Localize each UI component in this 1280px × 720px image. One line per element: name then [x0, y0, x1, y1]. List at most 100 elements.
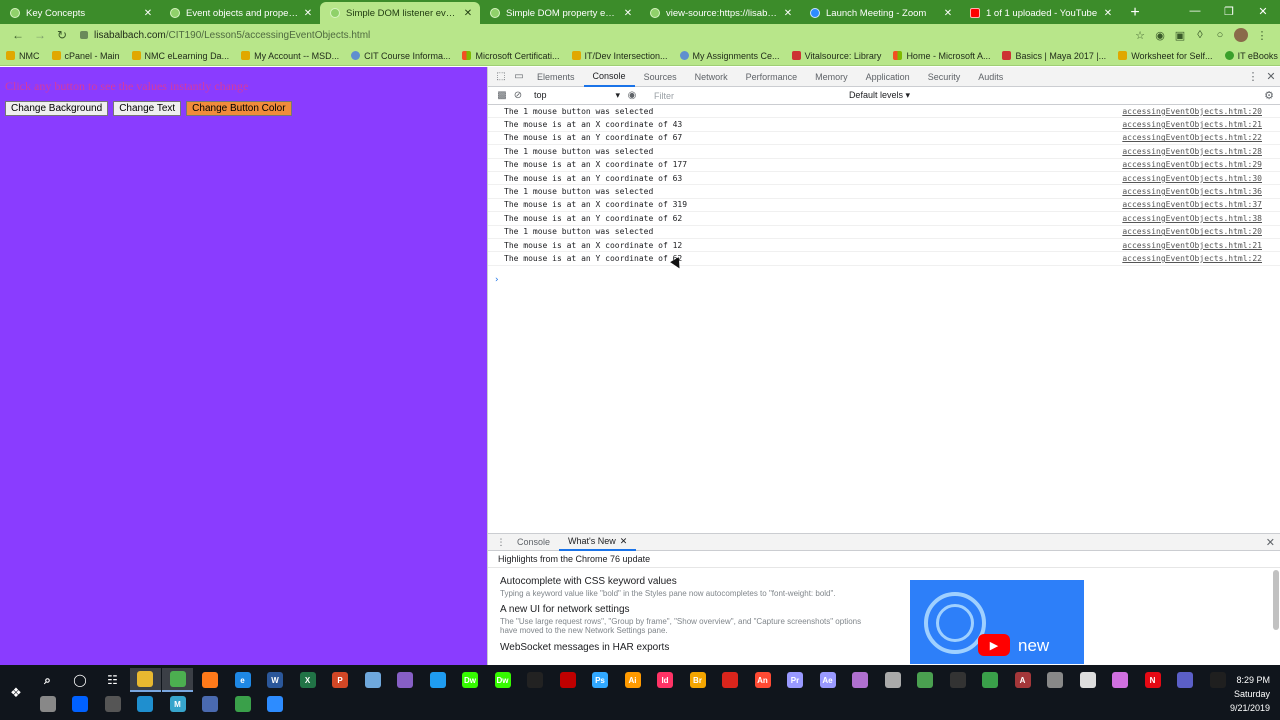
extension-icon[interactable]: ◉	[1150, 26, 1170, 44]
taskbar-app-word[interactable]: W	[260, 668, 291, 692]
search-icon[interactable]: ⌕	[32, 668, 63, 692]
taskbar-app-zoom[interactable]	[260, 692, 291, 716]
console-source-link[interactable]: accessingEventObjects.html:22	[1122, 254, 1262, 263]
tab-close-icon[interactable]: ✕	[622, 8, 634, 19]
devtools-tab[interactable]: Security	[919, 67, 970, 87]
taskbar-app-illustrator[interactable]: Ai	[617, 668, 648, 692]
taskbar-app-bridge[interactable]: Br	[682, 668, 713, 692]
drawer-tab[interactable]: What's New ✕	[559, 534, 637, 551]
taskbar-clock[interactable]: 8:29 PM Saturday 9/21/2019	[1230, 673, 1270, 715]
taskbar-app-animate[interactable]: An	[747, 668, 778, 692]
inspect-element-icon[interactable]: ⬚	[492, 67, 510, 87]
bookmark-item[interactable]: My Assignments Ce...	[679, 51, 780, 61]
taskbar-app-firefox[interactable]	[195, 668, 226, 692]
drawer-tab[interactable]: Console	[508, 534, 559, 551]
devtools-tab[interactable]: Console	[583, 67, 635, 87]
taskbar-app-file-explorer[interactable]	[129, 668, 161, 692]
minimize-icon[interactable]: —	[1178, 0, 1212, 22]
whats-new-item-title[interactable]: WebSocket messages in HAR exports	[500, 642, 1280, 653]
console-settings-gear-icon[interactable]: ⚙	[1264, 89, 1274, 102]
taskbar-app-netflix[interactable]: N	[1137, 668, 1168, 692]
tab-close-icon[interactable]: ✕	[462, 8, 474, 19]
taskbar-app-photoshop[interactable]: Ps	[585, 668, 616, 692]
browser-tab[interactable]: Simple DOM property event han ✕	[480, 2, 640, 24]
taskbar-app-access[interactable]: A	[1007, 668, 1038, 692]
taskbar-app-app-round[interactable]	[32, 692, 63, 716]
bookmark-item[interactable]: Vitalsource: Library	[791, 51, 881, 61]
taskbar-app-app-arrow[interactable]	[227, 692, 258, 716]
taskbar-app-itunes[interactable]	[1105, 668, 1136, 692]
console-prompt[interactable]: ›	[488, 275, 1280, 287]
taskbar-app-acrobat[interactable]	[715, 668, 746, 692]
browser-tab[interactable]: 1 of 1 uploaded - YouTube ✕	[960, 2, 1120, 24]
drawer-menu-icon[interactable]: ⋮	[494, 537, 508, 548]
filter-input[interactable]: Filter	[654, 91, 824, 101]
close-window-icon[interactable]: ✕	[1246, 0, 1280, 22]
browser-tab[interactable]: Key Concepts ✕	[0, 2, 160, 24]
taskbar-app-media[interactable]	[97, 692, 128, 716]
console-source-link[interactable]: accessingEventObjects.html:22	[1122, 133, 1262, 142]
extension-3-icon[interactable]: ◊	[1190, 26, 1210, 44]
taskbar-app-app-globe[interactable]	[130, 692, 161, 716]
taskbar-app-app-circle[interactable]	[845, 668, 876, 692]
console-source-link[interactable]: accessingEventObjects.html:36	[1122, 187, 1262, 196]
forward-icon[interactable]: →	[30, 26, 50, 44]
taskbar-app-dreamweaver[interactable]: Dw	[455, 668, 486, 692]
devtools-tab[interactable]: Sources	[635, 67, 686, 87]
taskbar-app-filezilla[interactable]	[552, 668, 583, 692]
taskbar-app-app-bar[interactable]	[877, 668, 908, 692]
lock-icon[interactable]	[80, 31, 88, 39]
console-source-link[interactable]: accessingEventObjects.html:21	[1122, 241, 1262, 250]
drawer-close-icon[interactable]: ✕	[1266, 536, 1275, 549]
task-view-icon[interactable]: ☷	[97, 668, 128, 692]
star-icon[interactable]: ☆	[1130, 26, 1150, 44]
sidebar-toggle-icon[interactable]: ▩	[494, 90, 510, 101]
extension-2-icon[interactable]: ▣	[1170, 26, 1190, 44]
taskbar-app-powerpoint[interactable]: P	[325, 668, 356, 692]
drawer-tab-close-icon[interactable]: ✕	[620, 536, 628, 547]
taskbar-app-indesign[interactable]: Id	[650, 668, 681, 692]
taskbar-app-notepad[interactable]	[357, 668, 388, 692]
tab-close-icon[interactable]: ✕	[302, 8, 314, 19]
eye-icon[interactable]: ◉	[624, 90, 640, 101]
taskbar-app-edge[interactable]: e	[227, 668, 258, 692]
taskbar-app-premiere[interactable]: Pr	[780, 668, 811, 692]
bookmark-item[interactable]: cPanel - Main	[51, 51, 120, 61]
console-source-link[interactable]: accessingEventObjects.html:21	[1122, 120, 1262, 129]
bookmark-item[interactable]: CIT Course Informa...	[351, 51, 450, 61]
bookmark-item[interactable]: IT eBooks - Free Do...	[1224, 51, 1280, 61]
youtube-play-icon[interactable]: ▶	[978, 634, 1010, 656]
taskbar-app-after-effects[interactable]: Ae	[812, 668, 843, 692]
bookmark-item[interactable]: Basics | Maya 2017 |...	[1002, 51, 1106, 61]
taskbar-app-app-cloud[interactable]	[1040, 668, 1071, 692]
page-button[interactable]: Change Text	[113, 101, 182, 116]
log-levels-dropdown[interactable]: Default levels ▾	[849, 90, 910, 101]
tab-close-icon[interactable]: ✕	[1102, 8, 1114, 19]
devtools-tab[interactable]: Audits	[969, 67, 1012, 87]
taskbar-app-settings[interactable]	[1202, 668, 1233, 692]
bookmark-item[interactable]: Worksheet for Self...	[1118, 51, 1213, 61]
tab-close-icon[interactable]: ✕	[942, 8, 954, 19]
extension-4-icon[interactable]: ○	[1210, 26, 1230, 44]
taskbar-app-teams[interactable]	[1170, 668, 1201, 692]
browser-tab[interactable]: Simple DOM listener event hand ✕	[320, 2, 480, 24]
page-button[interactable]: Change Background	[5, 101, 109, 116]
devtools-tab[interactable]: Elements	[528, 67, 584, 87]
taskbar-app-vscode[interactable]	[422, 668, 453, 692]
new-tab-button[interactable]: +	[1124, 2, 1146, 24]
taskbar-app-app-leaf[interactable]	[975, 668, 1006, 692]
bookmark-item[interactable]: NMC eLearning Da...	[131, 51, 229, 61]
console-source-link[interactable]: accessingEventObjects.html:30	[1122, 174, 1262, 183]
bookmark-item[interactable]: Microsoft Certificati...	[462, 51, 560, 61]
devtools-tab[interactable]: Performance	[737, 67, 807, 87]
cortana-icon[interactable]: ◯	[65, 668, 96, 692]
whats-new-video-thumbnail[interactable]: ▶ new	[910, 580, 1084, 664]
taskbar-app-chrome[interactable]	[162, 668, 193, 692]
reload-icon[interactable]: ↻	[52, 26, 72, 44]
clear-console-icon[interactable]: ⊘	[510, 90, 526, 101]
console-source-link[interactable]: accessingEventObjects.html:37	[1122, 200, 1262, 209]
bookmark-item[interactable]: NMC	[6, 51, 40, 61]
browser-tab[interactable]: Event objects and properties ✕	[160, 2, 320, 24]
console-source-link[interactable]: accessingEventObjects.html:20	[1122, 227, 1262, 236]
restore-icon[interactable]: ❐	[1212, 0, 1246, 22]
